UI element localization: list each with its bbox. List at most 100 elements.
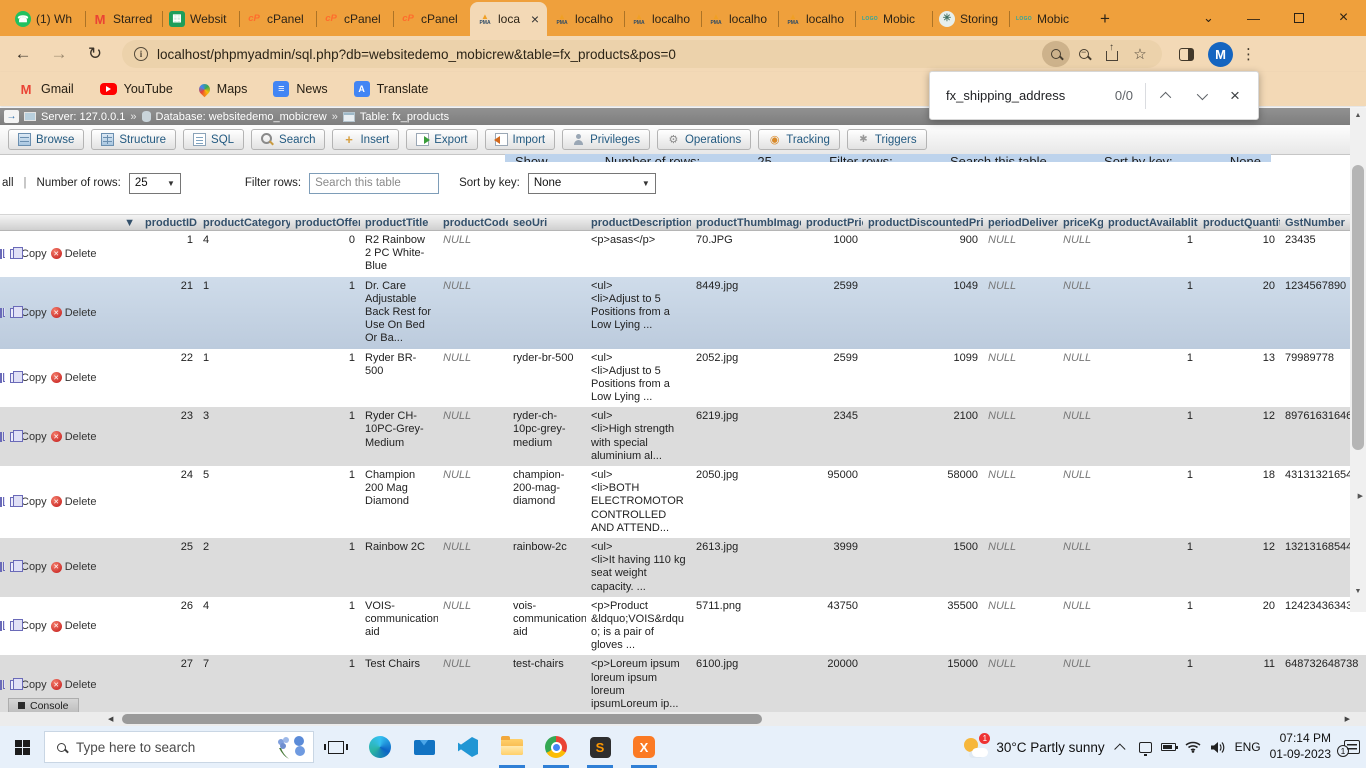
browser-tab[interactable]: localho: [547, 2, 624, 36]
pma-tab-tracking[interactable]: Tracking: [758, 129, 840, 150]
delete-row-link[interactable]: Delete: [51, 248, 97, 260]
delete-row-link[interactable]: Delete: [51, 561, 97, 573]
find-close-icon[interactable]: ×: [1218, 79, 1252, 113]
copy-row-link[interactable]: Copy: [10, 496, 47, 508]
scroll-left-icon[interactable]: ◀: [108, 715, 113, 723]
column-header-productOffer[interactable]: productOffer: [290, 217, 360, 229]
minimize-button[interactable]: —: [1231, 0, 1276, 36]
copy-row-link[interactable]: Copy: [10, 679, 47, 691]
delete-row-link[interactable]: Delete: [51, 496, 97, 508]
side-panel-icon[interactable]: [1172, 41, 1200, 67]
sublime-app[interactable]: S: [578, 726, 622, 768]
browser-tab[interactable]: Mobic: [855, 2, 932, 36]
show-all-link[interactable]: all: [2, 177, 14, 189]
copy-row-link[interactable]: Copy: [10, 431, 47, 443]
column-header-productTitle[interactable]: productTitle: [360, 217, 438, 229]
column-options-icon[interactable]: ▼: [124, 217, 135, 229]
pma-tab-insert[interactable]: Insert: [332, 129, 399, 150]
new-tab-button[interactable]: +: [1092, 6, 1118, 32]
browser-tab[interactable]: Starred: [85, 2, 162, 36]
find-next-icon[interactable]: [1184, 79, 1218, 113]
browser-tab[interactable]: cPanel: [239, 2, 316, 36]
column-header-productDescription[interactable]: productDescription: [586, 217, 691, 229]
tab-close-icon[interactable]: ×: [530, 12, 540, 26]
pma-tab-export[interactable]: Export: [406, 129, 477, 150]
pma-tab-structure[interactable]: Structure: [91, 129, 176, 150]
pma-tab-search[interactable]: Search: [251, 129, 325, 150]
browser-tab[interactable]: cPanel: [316, 2, 393, 36]
bookmark-item[interactable]: Maps: [199, 82, 248, 96]
back-icon[interactable]: ←: [10, 41, 36, 67]
copy-row-link[interactable]: Copy: [10, 307, 47, 319]
rows-per-page-select[interactable]: 25▼: [129, 173, 181, 194]
horizontal-scroll-thumb[interactable]: [122, 714, 762, 724]
vertical-scrollbar[interactable]: ▲ ▼: [1350, 108, 1366, 612]
forward-icon[interactable]: →: [46, 41, 72, 67]
xampp-app[interactable]: X: [622, 726, 666, 768]
breadcrumb-database[interactable]: Database: websitedemo_mobicrew: [156, 111, 327, 123]
column-header-productQuantity[interactable]: productQuantity: [1198, 217, 1280, 229]
column-header-productCode[interactable]: productCode: [438, 217, 508, 229]
vertical-scroll-thumb[interactable]: [1352, 165, 1364, 450]
column-header-productPrice[interactable]: productPrice: [801, 217, 863, 229]
delete-row-link[interactable]: Delete: [51, 679, 97, 691]
column-header-productAvailablity[interactable]: productAvailablity: [1103, 217, 1198, 229]
bookmark-item[interactable]: News: [273, 81, 327, 97]
file-explorer-app[interactable]: [490, 726, 534, 768]
inner-scroll-right-icon[interactable]: ▶: [1358, 492, 1363, 500]
horizontal-scrollbar[interactable]: ◀ ▶: [0, 712, 1366, 726]
address-bar[interactable]: i localhost/phpmyadmin/sql.php?db=websit…: [122, 40, 1162, 68]
sort-key-select[interactable]: None▼: [528, 173, 656, 194]
vscode-app[interactable]: [446, 726, 490, 768]
battery-icon[interactable]: [1161, 743, 1176, 751]
pma-tab-browse[interactable]: Browse: [8, 129, 84, 150]
column-header-productThumbImage[interactable]: productThumbImage: [691, 217, 801, 229]
find-previous-icon[interactable]: [1150, 79, 1184, 113]
browser-tab[interactable]: Storing: [932, 2, 1009, 36]
find-in-page-icon[interactable]: [1042, 41, 1070, 67]
nav-panel-arrow-icon[interactable]: →: [4, 110, 19, 123]
console-tab[interactable]: Console: [8, 698, 79, 712]
mail-app[interactable]: [402, 726, 446, 768]
pma-tab-privileges[interactable]: Privileges: [562, 129, 650, 150]
delete-row-link[interactable]: Delete: [51, 431, 97, 443]
edge-app[interactable]: [358, 726, 402, 768]
bookmark-star-icon[interactable]: ☆: [1126, 41, 1154, 67]
scroll-down-icon[interactable]: ▼: [1350, 584, 1366, 598]
chrome-tab-search-icon[interactable]: ⌄: [1186, 0, 1231, 36]
url-text[interactable]: localhost/phpmyadmin/sql.php?db=websited…: [157, 47, 1042, 62]
column-header-priceKg[interactable]: priceKg: [1058, 217, 1103, 229]
reload-icon[interactable]: ↻: [82, 41, 108, 67]
wifi-icon[interactable]: [1185, 741, 1201, 753]
tray-expand-icon[interactable]: [1114, 743, 1125, 754]
pma-tab-sql[interactable]: SQL: [183, 129, 244, 150]
column-header-periodDelivery[interactable]: periodDelivery: [983, 217, 1058, 229]
browser-tab[interactable]: Mobic: [1009, 2, 1086, 36]
volume-icon[interactable]: [1210, 741, 1226, 754]
share-icon[interactable]: [1098, 41, 1126, 67]
browser-tab[interactable]: localho: [701, 2, 778, 36]
restore-button[interactable]: [1276, 0, 1321, 36]
bookmark-item[interactable]: Translate: [354, 81, 429, 97]
copy-row-link[interactable]: Copy: [10, 248, 47, 260]
clock[interactable]: 07:14 PM 01-09-2023: [1270, 731, 1331, 762]
delete-row-link[interactable]: Delete: [51, 372, 97, 384]
close-button[interactable]: ×: [1321, 0, 1366, 36]
chrome-app[interactable]: [534, 726, 578, 768]
browser-tab[interactable]: localho: [624, 2, 701, 36]
browser-tab[interactable]: cPanel: [393, 2, 470, 36]
column-header-productID[interactable]: productID: [140, 217, 198, 229]
site-info-icon[interactable]: i: [134, 47, 148, 61]
browser-tab[interactable]: loca×: [470, 2, 547, 36]
find-input[interactable]: fx_shipping_address: [946, 88, 1115, 103]
notification-icon[interactable]: 1: [1344, 740, 1360, 754]
language-indicator[interactable]: ENG: [1235, 740, 1261, 754]
pma-tab-triggers[interactable]: Triggers: [847, 129, 927, 150]
display-tray-icon[interactable]: [1139, 742, 1152, 753]
task-view-button[interactable]: [314, 726, 358, 768]
scroll-right-icon[interactable]: ▶: [1345, 715, 1350, 723]
column-header-productCategory[interactable]: productCategory: [198, 217, 290, 229]
pma-tab-import[interactable]: Import: [485, 129, 556, 150]
scroll-up-icon[interactable]: ▲: [1350, 108, 1366, 122]
delete-row-link[interactable]: Delete: [51, 307, 97, 319]
